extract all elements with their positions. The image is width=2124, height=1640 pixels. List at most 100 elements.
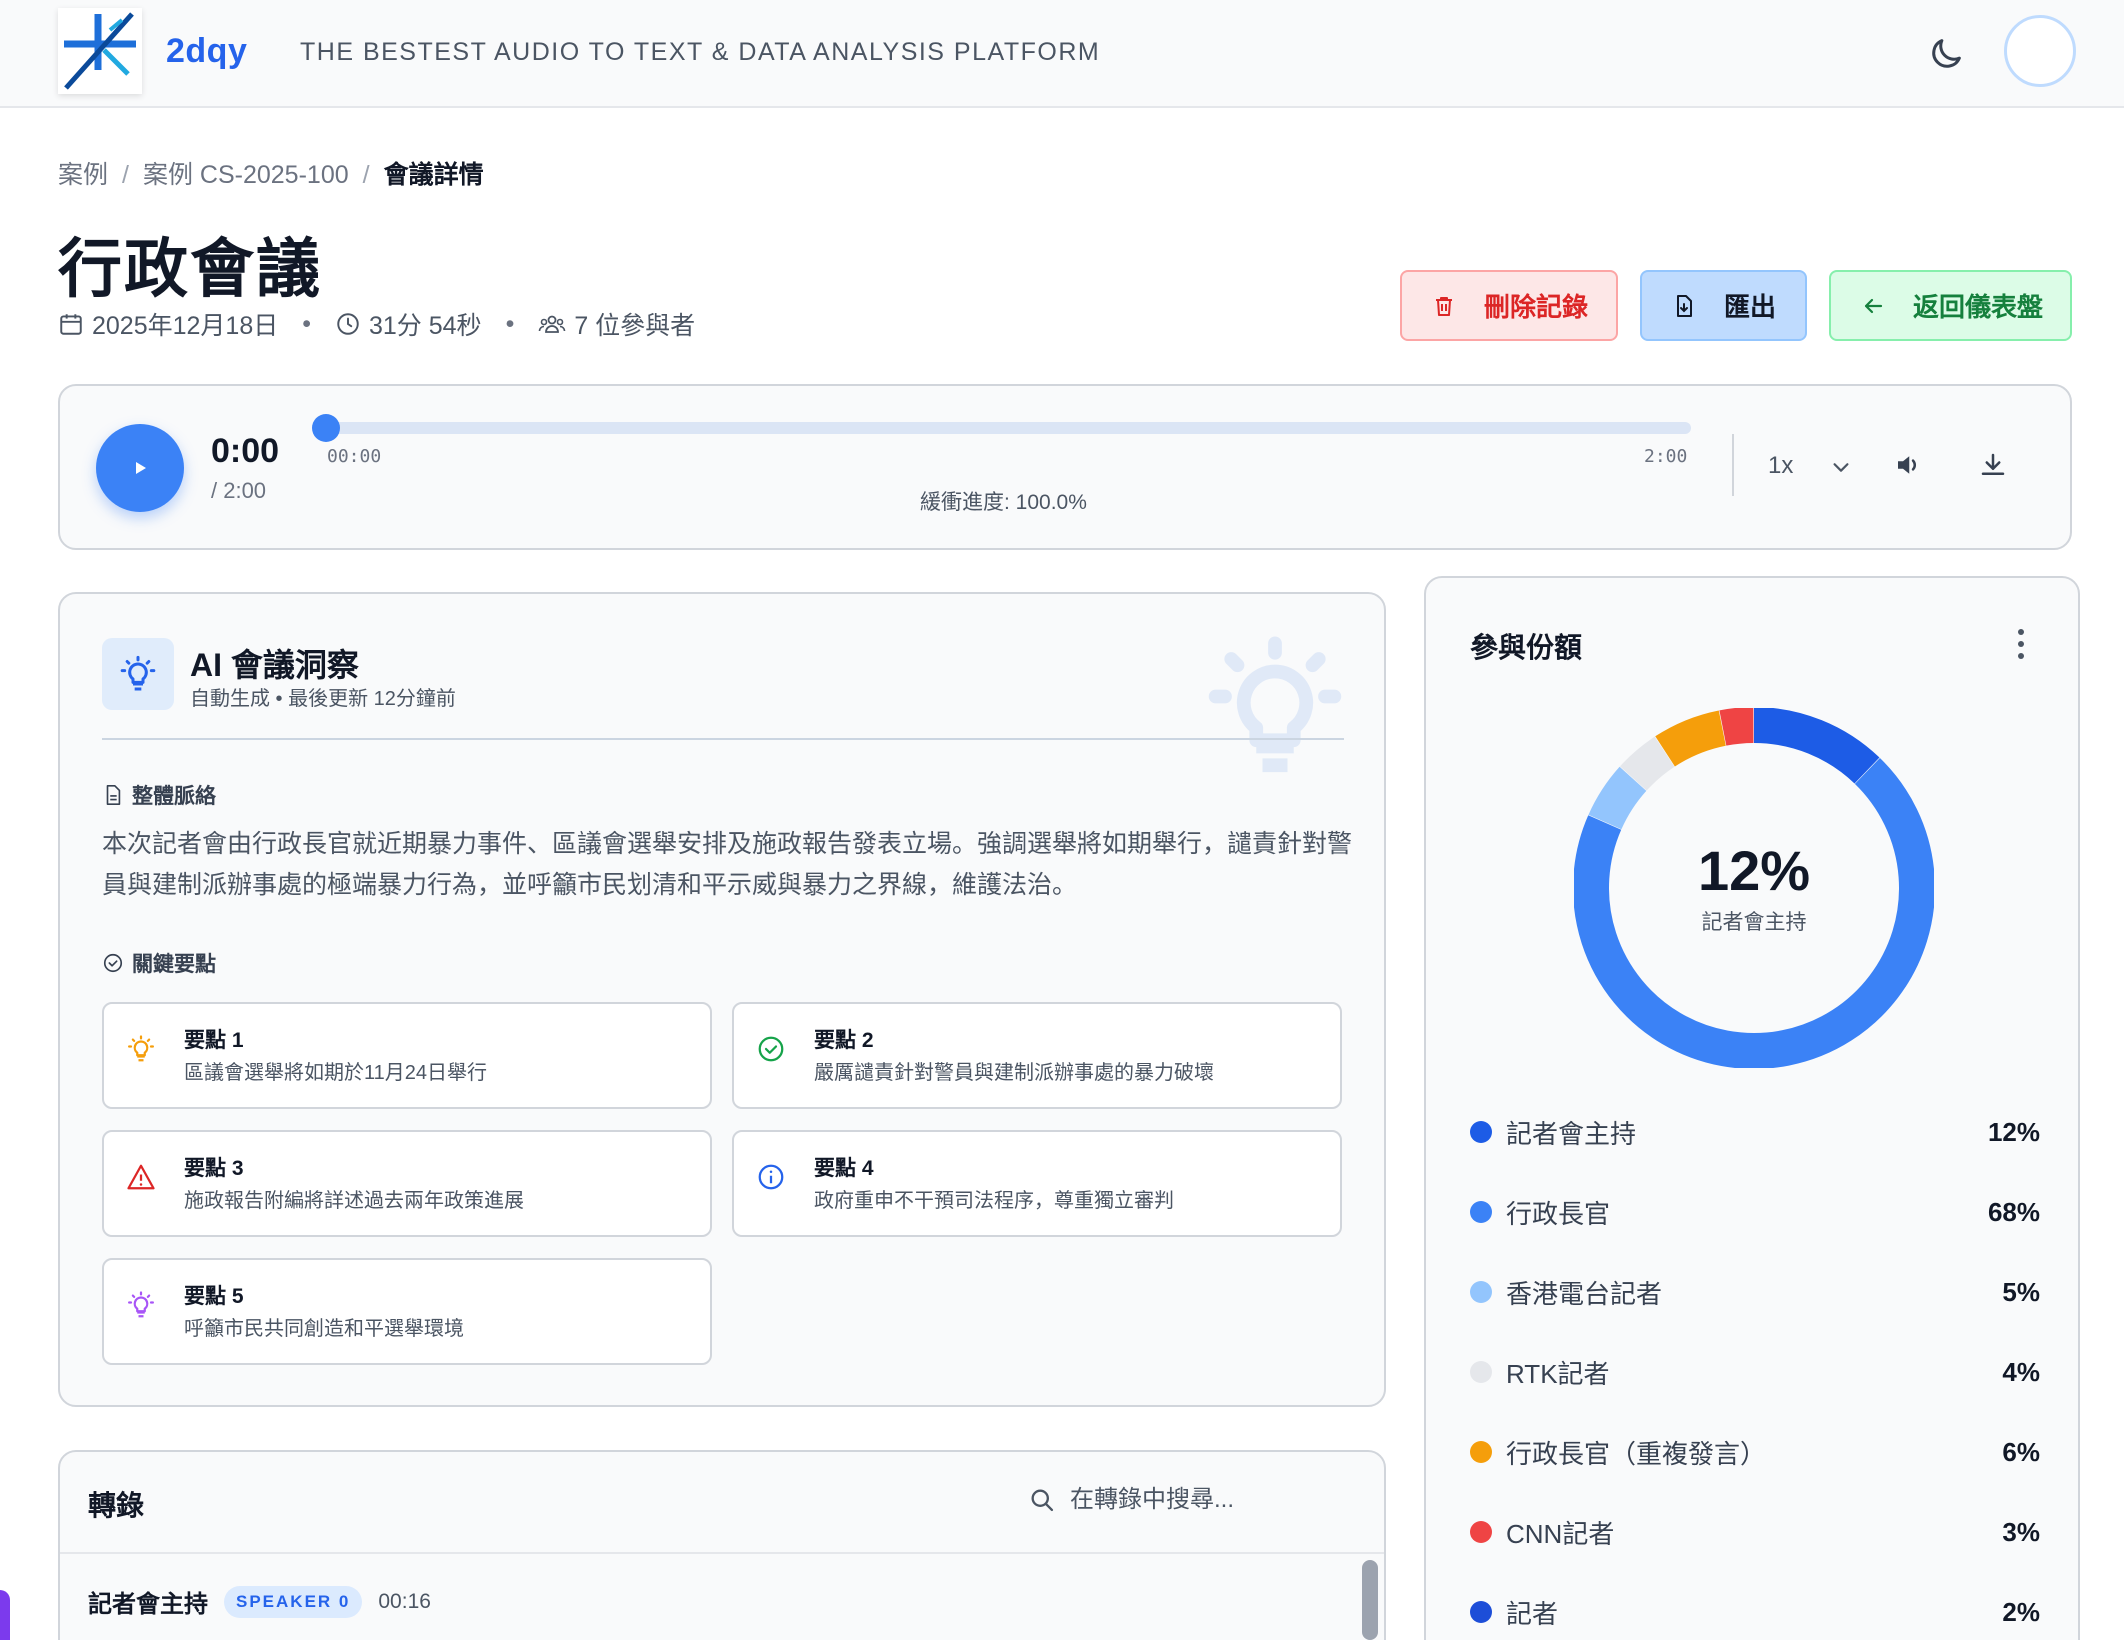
check-circle-icon xyxy=(103,953,123,973)
player-divider xyxy=(1732,434,1734,496)
trash-icon xyxy=(1436,296,1452,316)
speaker-badge: SPEAKER 0 xyxy=(224,1585,363,1618)
key-point-title: 要點 2 xyxy=(814,1029,874,1052)
legend-name: 記者 xyxy=(1506,1598,1559,1629)
speaker-name: 記者會主持 xyxy=(88,1591,208,1618)
total-time: / 2:00 xyxy=(211,478,267,503)
back-to-dashboard-button[interactable]: 返回儀表盤 xyxy=(1829,270,2072,341)
key-points-heading-text: 關鍵要點 xyxy=(132,953,216,976)
seek-start-label: 00:00 xyxy=(327,446,382,467)
key-points-heading: 關鍵要點 xyxy=(102,948,216,978)
context-heading-text: 整體脈絡 xyxy=(132,785,216,808)
scrollbar-thumb[interactable] xyxy=(1362,1560,1378,1640)
playback-speed[interactable]: 1x xyxy=(1768,452,1793,480)
info-icon xyxy=(758,1164,784,1190)
meeting-date: 2025年12月18日 xyxy=(58,306,278,342)
download-icon[interactable] xyxy=(1978,450,2008,480)
arrow-left-icon xyxy=(1864,298,1883,313)
avatar[interactable] xyxy=(2004,15,2076,87)
divider xyxy=(60,1552,1384,1554)
legend-item[interactable]: 記者會主持 12% xyxy=(1470,1112,2040,1152)
legend-dot xyxy=(1470,1441,1492,1463)
key-point-text: 政府重申不干預司法程序，尊重獨立審判 xyxy=(814,1190,1174,1212)
ai-insights-card: AI 會議洞察 自動生成 • 最後更新 12分鐘前 整體脈絡 本次記者會由行政長… xyxy=(58,592,1386,1407)
transcript-card: 轉錄 記者會主持 SPEAKER 0 00:16 xyxy=(58,1450,1386,1640)
meeting-participants: 7 位參與者 xyxy=(538,306,695,342)
window-corner-accent xyxy=(0,1590,10,1640)
brand-name[interactable]: 2dqy xyxy=(166,32,247,71)
file-download-icon xyxy=(1677,294,1692,317)
meeting-duration-text: 31分 54秒 xyxy=(369,312,482,340)
search-icon xyxy=(1031,1489,1054,1512)
delete-record-button[interactable]: 刪除記錄 xyxy=(1400,270,1618,341)
ai-insights-title: AI 會議洞察 xyxy=(190,647,359,683)
key-point-title: 要點 3 xyxy=(184,1157,244,1180)
entry-timestamp[interactable]: 00:16 xyxy=(378,1590,431,1614)
transcript-entry[interactable]: 記者會主持 SPEAKER 0 00:16 xyxy=(88,1584,431,1619)
legend-percent: 5% xyxy=(2002,1276,2040,1307)
legend-item[interactable]: RTK記者 4% xyxy=(1470,1352,2040,1392)
transcript-search xyxy=(1028,1486,1370,1514)
current-time: 0:00 xyxy=(211,432,280,470)
donut-segment[interactable] xyxy=(1588,766,1647,830)
donut-segment[interactable] xyxy=(1620,736,1675,791)
legend-percent: 68% xyxy=(1987,1196,2040,1227)
legend-item[interactable]: 記者 2% xyxy=(1470,1592,2040,1632)
legend-percent: 6% xyxy=(2002,1436,2040,1467)
legend-item[interactable]: 行政長官 68% xyxy=(1470,1192,2040,1232)
ai-icon-box xyxy=(102,638,174,710)
lightbulb-icon xyxy=(120,655,156,691)
logo-icon[interactable] xyxy=(58,8,142,94)
key-point-card[interactable]: 要點 1 區議會選舉將如期於11月24日舉行 xyxy=(102,1002,712,1109)
moon-icon[interactable] xyxy=(1926,34,1966,74)
donut-center-label: 記者會主持 xyxy=(1701,911,1807,934)
play-icon xyxy=(136,462,146,474)
chevron-down-icon[interactable] xyxy=(1830,456,1852,478)
donut-segment[interactable] xyxy=(1753,708,1880,784)
back-to-dashboard-label: 返回儀表盤 xyxy=(1913,292,2044,322)
seek-bar[interactable] xyxy=(328,422,1691,434)
transcript-search-input[interactable] xyxy=(1070,1486,1370,1514)
legend-name: 行政長官 xyxy=(1506,1198,1611,1229)
donut-segment[interactable] xyxy=(1655,710,1727,767)
legend-item[interactable]: 行政長官（重複發言） 6% xyxy=(1470,1432,2040,1472)
users-icon xyxy=(539,315,566,333)
breadcrumb: 案例 / 案例 CS-2025-100 / 會議詳情 xyxy=(58,155,484,191)
legend-name: 行政長官（重複發言） xyxy=(1506,1438,1767,1469)
check-circle-icon xyxy=(758,1036,784,1062)
legend-name: 記者會主持 xyxy=(1506,1118,1637,1149)
calendar-icon xyxy=(60,314,82,335)
breadcrumb-case[interactable]: 案例 CS-2025-100 xyxy=(143,161,349,189)
breadcrumb-cases[interactable]: 案例 xyxy=(58,161,108,189)
meeting-date-text: 2025年12月18日 xyxy=(92,312,279,340)
key-point-title: 要點 4 xyxy=(814,1157,874,1180)
breadcrumb-separator: / xyxy=(362,161,370,189)
key-point-card[interactable]: 要點 2 嚴厲譴責針對警員與建制派辦事處的暴力破壞 xyxy=(732,1002,1342,1109)
key-point-card[interactable]: 要點 4 政府重申不干預司法程序，尊重獨立審判 xyxy=(732,1130,1342,1237)
seek-handle[interactable] xyxy=(312,414,340,442)
legend-name: 香港電台記者 xyxy=(1506,1278,1663,1309)
key-point-text: 呼籲市民共同創造和平選舉環境 xyxy=(184,1318,464,1340)
lightbulb-icon xyxy=(128,1035,154,1062)
volume-icon[interactable] xyxy=(1893,450,1923,480)
key-point-card[interactable]: 要點 3 施政報告附編將詳述過去兩年政策進展 xyxy=(102,1130,712,1237)
meeting-duration: 31分 54秒 xyxy=(335,306,482,342)
play-button[interactable] xyxy=(96,424,184,512)
lightbulb-icon xyxy=(128,1291,154,1318)
legend-percent: 4% xyxy=(2002,1356,2040,1387)
more-vertical-icon[interactable] xyxy=(2014,626,2028,662)
meeting-meta: 2025年12月18日 • 31分 54秒 • 7 位參與者 xyxy=(58,306,695,342)
top-bar: 2dqy THE BESTEST AUDIO TO TEXT & DATA AN… xyxy=(0,0,2124,108)
meta-separator: • xyxy=(302,309,311,338)
breadcrumb-separator: / xyxy=(122,161,129,189)
donut-segment[interactable] xyxy=(1719,708,1754,746)
legend-dot xyxy=(1470,1281,1492,1303)
export-button[interactable]: 匯出 xyxy=(1640,270,1807,341)
key-point-card[interactable]: 要點 5 呼籲市民共同創造和平選舉環境 xyxy=(102,1258,712,1365)
document-icon xyxy=(106,785,121,805)
transcript-title: 轉錄 xyxy=(88,1490,145,1521)
clock-icon xyxy=(337,313,359,335)
legend-item[interactable]: 香港電台記者 5% xyxy=(1470,1272,2040,1312)
legend-item[interactable]: CNN記者 3% xyxy=(1470,1512,2040,1552)
seek-end-label: 2:00 xyxy=(1644,446,1688,467)
